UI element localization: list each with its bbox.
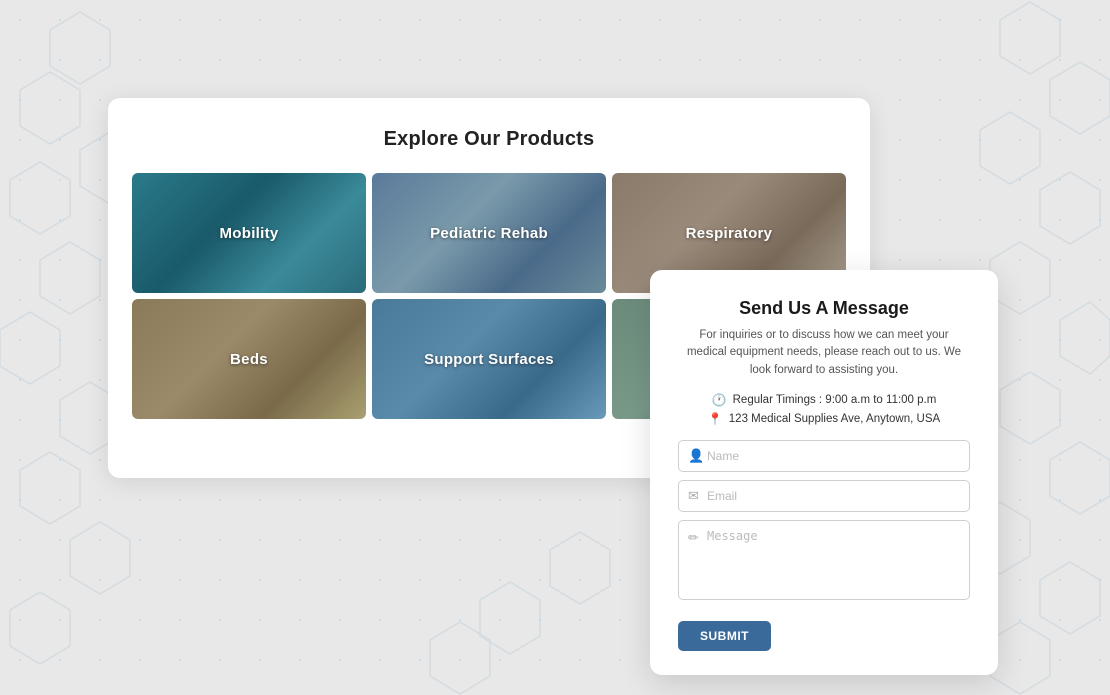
- contact-card: Send Us A Message For inquiries or to di…: [650, 270, 998, 675]
- product-item-pediatric-rehab[interactable]: Pediatric Rehab: [372, 173, 606, 293]
- email-field-icon: ✉: [688, 488, 699, 504]
- name-field-icon: 👤: [688, 448, 704, 464]
- contact-title: Send Us A Message: [678, 298, 970, 319]
- contact-timings: Regular Timings : 9:00 a.m to 11:00 p.m: [733, 394, 937, 406]
- product-mobility-label: Mobility: [132, 173, 366, 293]
- name-field-wrapper: 👤: [678, 440, 970, 472]
- message-field-wrapper: ✏: [678, 520, 970, 605]
- product-card-title: Explore Our Products: [132, 128, 846, 151]
- location-icon: 📍: [708, 412, 723, 426]
- contact-info: 🕐 Regular Timings : 9:00 a.m to 11:00 p.…: [678, 393, 970, 426]
- contact-description: For inquiries or to discuss how we can m…: [678, 327, 970, 379]
- message-field-icon: ✏: [688, 530, 699, 546]
- product-beds-label: Beds: [132, 299, 366, 419]
- product-support-label: Support Surfaces: [372, 299, 606, 419]
- email-input[interactable]: [678, 480, 970, 512]
- contact-address-row: 📍 123 Medical Supplies Ave, Anytown, USA: [678, 412, 970, 426]
- contact-timings-row: 🕐 Regular Timings : 9:00 a.m to 11:00 p.…: [678, 393, 970, 407]
- contact-address: 123 Medical Supplies Ave, Anytown, USA: [729, 413, 940, 425]
- clock-icon: 🕐: [712, 393, 727, 407]
- email-field-wrapper: ✉: [678, 480, 970, 512]
- message-input[interactable]: [678, 520, 970, 600]
- submit-button[interactable]: SUBMIT: [678, 621, 771, 651]
- product-pediatric-label: Pediatric Rehab: [372, 173, 606, 293]
- product-item-support-surfaces[interactable]: Support Surfaces: [372, 299, 606, 419]
- name-input[interactable]: [678, 440, 970, 472]
- product-item-beds[interactable]: Beds: [132, 299, 366, 419]
- product-item-mobility[interactable]: Mobility: [132, 173, 366, 293]
